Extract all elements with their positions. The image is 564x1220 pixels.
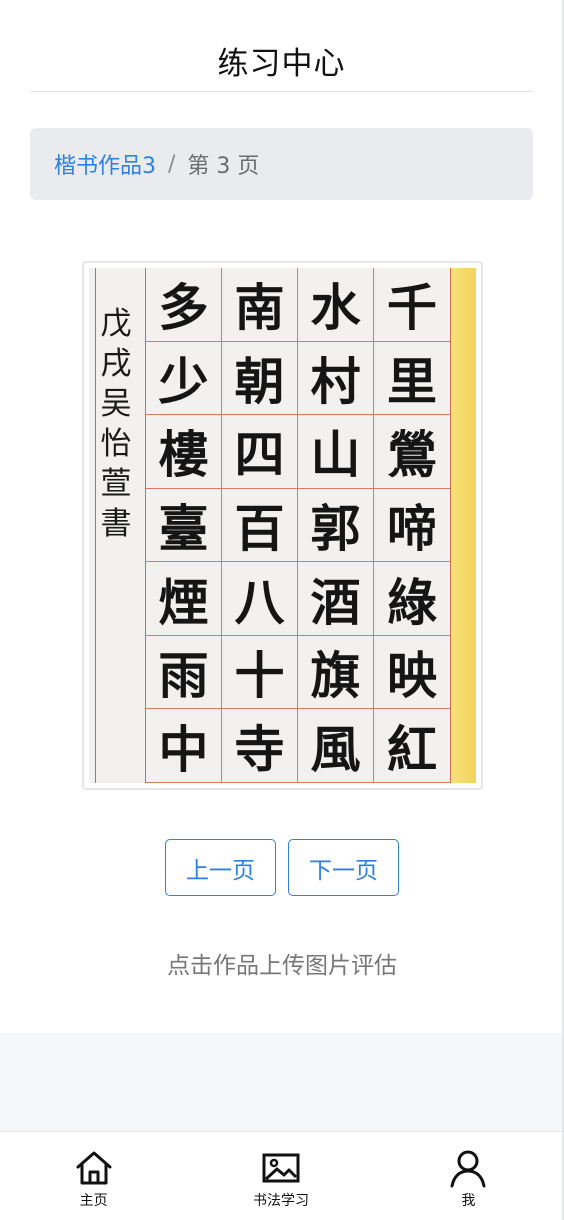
page-header: 练习中心 [30, 0, 533, 92]
character-grid: 多南水千少朝村里樓四山鶯臺百郭啼煙八酒綠雨十旗映中寺風紅 [145, 268, 451, 783]
paper-margin-line [95, 268, 96, 783]
calligraphy-character: 千 [374, 268, 450, 342]
calligraphy-character: 映 [374, 636, 450, 710]
tab-calligraphy-learning[interactable]: 书法学习 [187, 1132, 374, 1220]
calligraphy-character: 里 [374, 342, 450, 416]
calligraphy-artwork[interactable]: 戊戌吴怡萱書 多南水千少朝村里樓四山鶯臺百郭啼煙八酒綠雨十旗映中寺風紅 [82, 261, 483, 790]
calligraphy-character: 十 [222, 635, 298, 710]
tab-me[interactable]: 我 [375, 1132, 562, 1220]
next-page-button[interactable]: 下一页 [288, 839, 399, 896]
tab-home[interactable]: 主页 [0, 1132, 187, 1220]
calligraphy-paper: 戊戌吴怡萱書 多南水千少朝村里樓四山鶯臺百郭啼煙八酒綠雨十旗映中寺風紅 [89, 268, 476, 783]
content-bottom-spacer [0, 1033, 562, 1131]
signature-character: 戌 [100, 346, 132, 382]
calligraphy-character: 雨 [146, 635, 222, 710]
pager: 上一页 下一页 [0, 839, 564, 896]
user-icon [450, 1150, 486, 1188]
bottom-tab-bar: 主页 书法学习 我 [0, 1131, 562, 1220]
breadcrumb-separator: / [168, 151, 176, 177]
calligraphy-character: 旗 [298, 635, 374, 710]
artwork-signature: 戊戌吴怡萱書 [99, 304, 133, 544]
breadcrumb: 楷书作品3 / 第 3 页 [30, 128, 533, 200]
calligraphy-character: 村 [298, 341, 374, 416]
tab-home-label: 主页 [79, 1193, 108, 1209]
calligraphy-character: 煙 [146, 562, 222, 636]
upload-hint-text: 点击作品上传图片评估 [167, 953, 397, 979]
signature-character: 書 [100, 506, 132, 542]
calligraphy-character: 寺 [222, 709, 298, 783]
calligraphy-character: 四 [222, 415, 298, 489]
tab-me-label: 我 [461, 1193, 476, 1209]
calligraphy-character: 郭 [298, 488, 374, 563]
calligraphy-character: 百 [222, 488, 298, 563]
breadcrumb-parent-link[interactable]: 楷书作品3 [54, 148, 156, 180]
home-icon [76, 1151, 112, 1185]
page-title: 练习中心 [217, 46, 346, 82]
calligraphy-character: 多 [146, 268, 222, 342]
calligraphy-character: 少 [146, 341, 222, 416]
calligraphy-character: 南 [222, 268, 298, 342]
calligraphy-character: 紅 [374, 709, 450, 783]
calligraphy-character: 樓 [146, 415, 222, 489]
calligraphy-character: 啼 [374, 489, 450, 563]
calligraphy-character: 八 [222, 562, 298, 636]
calligraphy-character: 綠 [374, 562, 450, 636]
calligraphy-character: 酒 [298, 562, 374, 636]
calligraphy-character: 朝 [222, 341, 298, 416]
prev-page-button[interactable]: 上一页 [165, 839, 276, 896]
calligraphy-character: 中 [146, 709, 222, 783]
app-screen: 练习中心 楷书作品3 / 第 3 页 戊戌吴怡萱書 多南水千少朝村里樓四山鶯臺百… [0, 0, 564, 1220]
calligraphy-character: 山 [298, 415, 374, 489]
calligraphy-character: 臺 [146, 488, 222, 563]
signature-character: 戊 [100, 306, 132, 342]
calligraphy-character: 鶯 [374, 415, 450, 489]
calligraphy-character: 水 [298, 268, 374, 342]
signature-character: 萱 [100, 466, 132, 502]
signature-character: 怡 [100, 426, 132, 462]
image-icon [262, 1153, 300, 1183]
paper-yellow-strip [450, 268, 476, 783]
breadcrumb-current-page: 第 3 页 [187, 154, 260, 179]
calligraphy-character: 風 [298, 709, 374, 783]
signature-character: 吴 [100, 386, 132, 422]
tab-calligraphy-learning-label: 书法学习 [252, 1193, 309, 1209]
